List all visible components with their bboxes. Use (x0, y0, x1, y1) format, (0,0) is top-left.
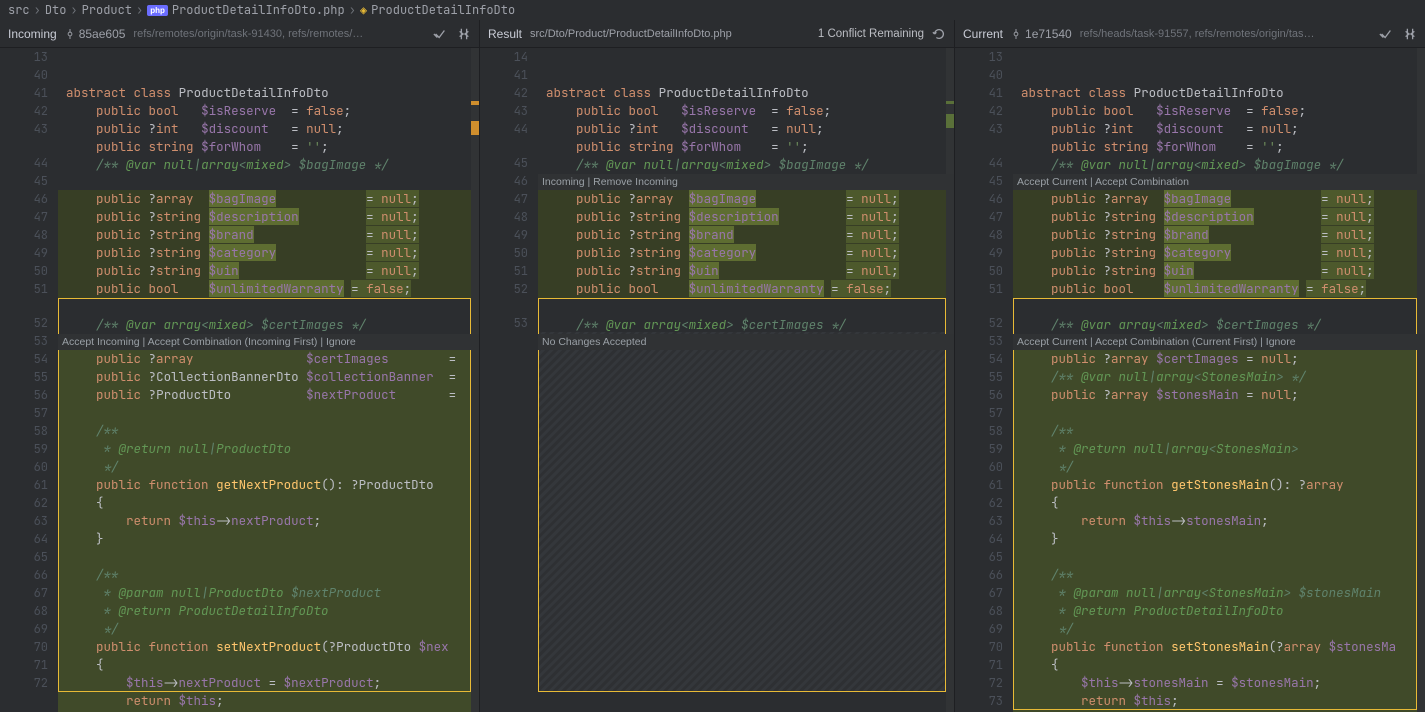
current-hash: 1e71540 (1025, 27, 1072, 41)
incoming-refs: refs/remotes/origin/task-91430, refs/rem… (133, 28, 425, 40)
result-label: Result (488, 27, 522, 41)
incoming-header: Incoming 85ae605 refs/remotes/origin/tas… (0, 20, 480, 47)
current-pane[interactable]: 1340414243444546474849505152535455565758… (955, 48, 1425, 712)
code-editor[interactable]: abstract class ProductDetailInfoDto publ… (1013, 48, 1425, 712)
crumb[interactable]: ProductDetailInfoDto.php (172, 2, 345, 18)
class-icon: ◈ (360, 2, 367, 18)
gutter: 1340414243444546474849505152535455565758… (955, 48, 1013, 712)
compare-icon[interactable] (457, 27, 471, 41)
conflicts-remaining: 1 Conflict Remaining (818, 28, 924, 40)
incoming-commit[interactable]: 85ae605 (65, 27, 126, 41)
incoming-label: Incoming (8, 27, 57, 41)
incoming-pane[interactable]: 1340414243444546474849505152535455565758… (0, 48, 480, 712)
crumb[interactable]: Product (82, 2, 132, 18)
crumb[interactable]: Dto (45, 2, 67, 18)
hint-accept-current[interactable]: Accept Current | Accept Combination (Cur… (1013, 334, 1425, 350)
hint-remove-incoming[interactable]: Incoming | Remove Incoming (538, 174, 954, 190)
gutter: 1340414243444546474849505152535455565758… (0, 48, 58, 712)
chevron-right-icon: › (349, 2, 356, 18)
gutter: 1441424344454647484950515253 (480, 48, 538, 712)
current-refs: refs/heads/task-91557, refs/remotes/orig… (1080, 28, 1371, 40)
merge-header: Incoming 85ae605 refs/remotes/origin/tas… (0, 20, 1425, 48)
result-path: src/Dto/Product/ProductDetailInfoDto.php (530, 28, 810, 40)
marker-bar[interactable] (471, 48, 479, 712)
hint-accept-incoming[interactable]: Accept Incoming | Accept Combination (In… (58, 334, 479, 350)
crumb[interactable]: ProductDetailInfoDto (371, 2, 515, 18)
crumb[interactable]: src (8, 2, 30, 18)
incoming-hash: 85ae605 (79, 27, 126, 41)
result-header: Result src/Dto/Product/ProductDetailInfo… (480, 20, 955, 47)
breadcrumb: src› Dto› Product› php ProductDetailInfo… (0, 0, 1425, 20)
code-editor[interactable]: abstract class ProductDetailInfoDto publ… (58, 48, 479, 712)
current-header: Current 1e71540 refs/heads/task-91557, r… (955, 20, 1425, 47)
result-pane[interactable]: 1441424344454647484950515253 abstract cl… (480, 48, 955, 712)
chevron-right-icon: › (70, 2, 77, 18)
current-commit[interactable]: 1e71540 (1011, 27, 1072, 41)
current-label: Current (963, 27, 1003, 41)
accept-all-current-icon[interactable] (1379, 27, 1393, 41)
chevron-right-icon: › (34, 2, 41, 18)
marker-bar[interactable] (1417, 48, 1425, 712)
chevron-right-icon: › (136, 2, 143, 18)
marker-bar[interactable] (946, 48, 954, 712)
hint-accept-current-top[interactable]: Accept Current | Accept Combination (1013, 174, 1425, 190)
accept-all-incoming-icon[interactable] (433, 27, 447, 41)
compare-icon[interactable] (1403, 27, 1417, 41)
hint-no-changes[interactable]: No Changes Accepted (538, 334, 954, 350)
code-editor[interactable]: abstract class ProductDetailInfoDto publ… (538, 48, 954, 712)
php-file-icon: php (147, 5, 168, 16)
undo-icon[interactable] (932, 27, 946, 41)
